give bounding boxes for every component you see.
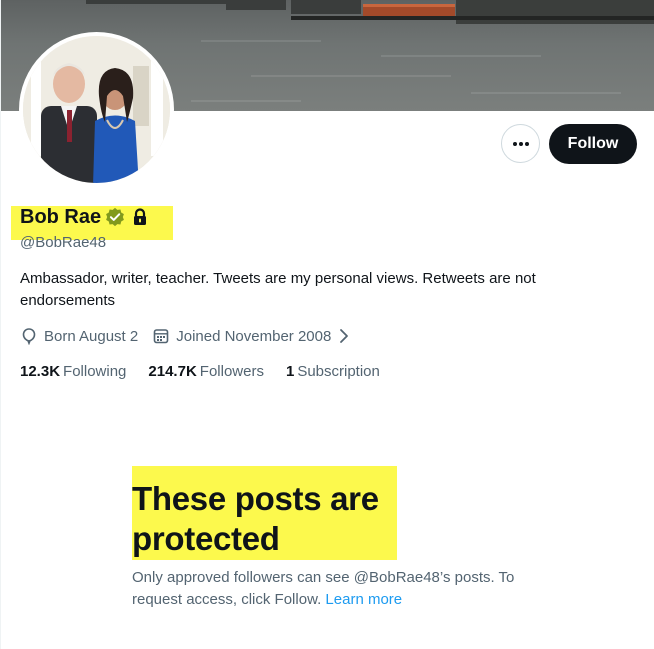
birthday-item: Born August 2 <box>20 327 138 345</box>
more-options-button[interactable] <box>501 124 540 163</box>
subscription-count: 1 <box>285 363 295 380</box>
avatar[interactable] <box>19 32 174 187</box>
calendar-icon <box>153 329 169 344</box>
followers-link[interactable]: 214.7K Followers <box>148 363 264 380</box>
following-count: 12.3K <box>20 363 61 380</box>
balloon-icon <box>22 328 36 345</box>
protected-text: Only approved followers can see @BobRae4… <box>132 569 515 608</box>
profile-meta: Born August 2 Joined November 2008 <box>20 326 365 346</box>
protected-title: These posts are protected <box>132 480 379 557</box>
learn-more-link[interactable]: Learn more <box>325 591 402 608</box>
subscription-link[interactable]: 1 Subscription <box>286 363 380 380</box>
following-label: Following <box>63 363 127 380</box>
display-name-row: Bob Rae <box>20 204 148 230</box>
verified-badge-icon[interactable] <box>105 207 125 227</box>
protected-message: Only approved followers can see @BobRae4… <box>132 567 522 611</box>
display-name: Bob Rae <box>20 205 102 228</box>
birthday-text: Born August 2 <box>44 327 139 345</box>
chevron-right-icon <box>340 329 349 343</box>
user-handle: @BobRae48 <box>20 234 107 251</box>
followers-count: 214.7K <box>148 363 197 380</box>
profile-stats: 12.3K Following 214.7K Followers 1 Subscrip… <box>20 363 402 380</box>
followers-label: Followers <box>199 363 264 380</box>
avatar-photo <box>23 36 170 183</box>
joined-text: Joined November 2008 <box>176 327 332 345</box>
more-horizontal-icon <box>512 141 529 146</box>
following-link[interactable]: 12.3K Following <box>20 363 126 380</box>
subscription-label: Subscription <box>297 363 380 380</box>
joined-item[interactable]: Joined November 2008 <box>152 327 351 345</box>
follow-button[interactable]: Follow <box>549 124 637 164</box>
profile-bio: Ambassador, writer, teacher. Tweets are … <box>20 270 536 309</box>
profile-page: Follow Bob Rae @BobRae48 Ambassador, wri… <box>0 0 654 649</box>
lock-icon <box>134 208 147 225</box>
